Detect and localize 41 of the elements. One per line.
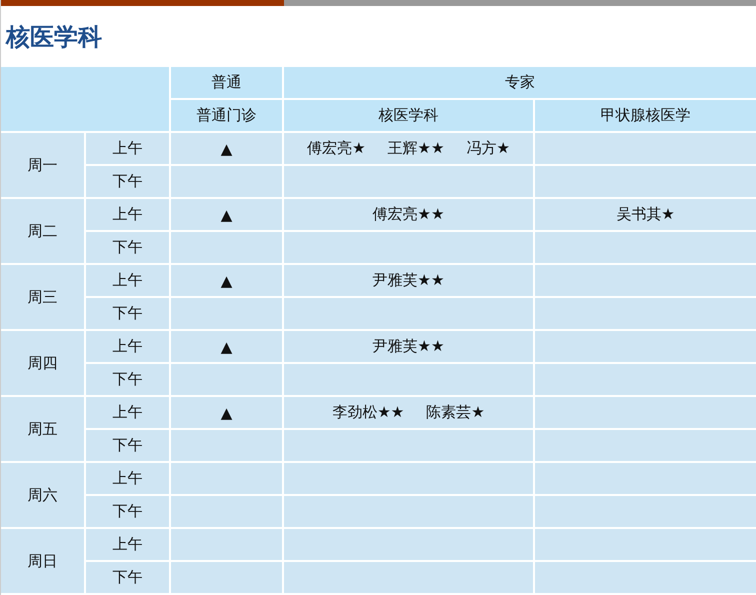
period-cell: 下午	[86, 562, 169, 593]
day-cell: 周一	[1, 133, 84, 197]
doctor-name: 陈素芸★	[426, 403, 485, 422]
period-cell: 上午	[86, 199, 169, 230]
period-cell: 上午	[86, 133, 169, 164]
period-cell: 下午	[86, 298, 169, 329]
doctor-name: 尹雅芙★★	[372, 271, 444, 290]
day-cell: 周日	[1, 529, 84, 593]
period-cell: 上午	[86, 331, 169, 362]
doctor-name: 尹雅芙★★	[372, 337, 444, 356]
period-cell: 下午	[86, 496, 169, 527]
day-cell: 周二	[1, 199, 84, 263]
clinic-mark: ▲	[171, 133, 282, 164]
period-cell: 上午	[86, 529, 169, 560]
column-group-header: 专家	[284, 67, 756, 98]
doctor-name: 王辉★★	[388, 139, 444, 158]
doctor-name: 吴书其★	[616, 205, 675, 224]
clinic-mark: ▲	[171, 265, 282, 296]
period-cell: 上午	[86, 397, 169, 428]
period-cell: 上午	[86, 265, 169, 296]
doctor-name: 傅宏亮★	[307, 139, 366, 158]
doctor-name: 冯方★	[466, 139, 510, 158]
column-header: 甲状腺核医学	[535, 100, 756, 131]
period-cell: 下午	[86, 166, 169, 197]
period-cell: 下午	[86, 232, 169, 263]
doctor-name: 李劲松★★	[332, 403, 404, 422]
period-cell: 下午	[86, 430, 169, 461]
page-title: 核医学科	[4, 22, 103, 52]
column-header: 核医学科	[284, 100, 533, 131]
column-group-header: 普通	[171, 67, 282, 98]
day-cell: 周三	[1, 265, 84, 329]
day-cell: 周四	[1, 331, 84, 395]
column-header: 普通门诊	[171, 100, 282, 131]
clinic-mark: ▲	[171, 199, 282, 230]
day-cell: 周六	[1, 463, 84, 527]
period-cell: 上午	[86, 463, 169, 494]
period-cell: 下午	[86, 364, 169, 395]
clinic-mark: ▲	[171, 397, 282, 428]
doctor-name: 傅宏亮★★	[372, 205, 444, 224]
day-cell: 周五	[1, 397, 84, 461]
clinic-mark: ▲	[171, 331, 282, 362]
